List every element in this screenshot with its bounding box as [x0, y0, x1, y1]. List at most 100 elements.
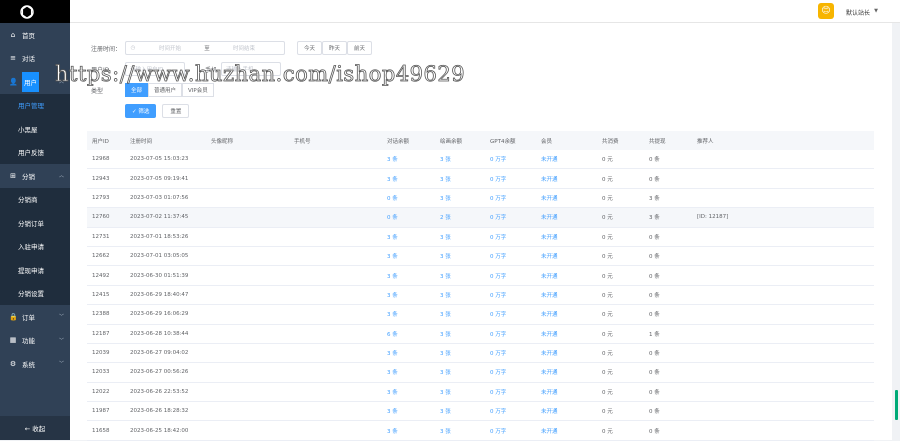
table-cell[interactable]: 3 条: [382, 233, 435, 241]
table-cell[interactable]: 0 万字: [485, 272, 536, 280]
sidebar-subitem-dist-1[interactable]: 分销订单: [0, 211, 70, 235]
sidebar-item-3[interactable]: ⊞ 分销 ︿: [0, 164, 70, 188]
column-header[interactable]: 头像昵称: [206, 137, 289, 145]
table-cell[interactable]: 未开通: [536, 291, 597, 299]
sidebar-subitem-dist-3[interactable]: 提现申请: [0, 258, 70, 282]
end-date-input[interactable]: 时间结束: [214, 44, 274, 52]
sidebar-subitem-dist-4[interactable]: 分销设置: [0, 281, 70, 305]
table-cell[interactable]: 未开通: [536, 233, 597, 241]
table-cell[interactable]: 3 条: [382, 349, 435, 357]
table-cell[interactable]: 未开通: [536, 388, 597, 396]
sidebar-item-4[interactable]: 🔒 订单 ﹀: [0, 305, 70, 329]
table-row[interactable]: 12760 2023-07-02 11:37:45 0 条2 张0 万字 未开通 0 元…: [87, 208, 874, 228]
table-cell[interactable]: 3 条: [382, 155, 435, 163]
table-cell[interactable]: 3 条: [382, 252, 435, 260]
sidebar-item-0[interactable]: ⌂ 首页: [0, 23, 70, 47]
table-row[interactable]: 12388 2023-06-29 16:06:29 3 条3 张0 万字 未开通 0 元…: [87, 305, 874, 325]
sidebar-subitem-user-1[interactable]: 小黑屋: [0, 117, 70, 141]
table-cell[interactable]: 3 张: [435, 155, 485, 163]
table-cell[interactable]: 0 万字: [485, 155, 536, 163]
column-header[interactable]: GPT4余额: [485, 137, 536, 145]
table-cell[interactable]: 0 万字: [485, 175, 536, 183]
avatar[interactable]: 😊: [818, 3, 834, 19]
username[interactable]: 默认站长: [846, 8, 870, 17]
scrollbar[interactable]: [895, 390, 898, 420]
table-cell[interactable]: 0 万字: [485, 252, 536, 260]
chevron-down-icon[interactable]: ▼: [874, 8, 878, 14]
column-header[interactable]: 推荐人: [692, 137, 752, 145]
today-button[interactable]: 今天: [297, 41, 323, 55]
table-cell[interactable]: 3 张: [435, 310, 485, 318]
sidebar-item-6[interactable]: ⚙ 系统 ﹀: [0, 352, 70, 376]
table-cell[interactable]: 3 张: [435, 427, 485, 435]
table-cell[interactable]: 未开通: [536, 272, 597, 280]
table-cell[interactable]: 0 万字: [485, 349, 536, 357]
table-cell[interactable]: 3 张: [435, 272, 485, 280]
table-cell[interactable]: 未开通: [536, 155, 597, 163]
table-cell[interactable]: 3 条: [382, 272, 435, 280]
date-range-picker[interactable]: ◷ 时间开始 至 时间结束: [125, 41, 285, 55]
table-row[interactable]: 12492 2023-06-30 01:51:39 3 条3 张0 万字 未开通 0 元…: [87, 266, 874, 286]
table-cell[interactable]: 3 条: [382, 427, 435, 435]
sidebar-subitem-dist-0[interactable]: 分销商: [0, 187, 70, 211]
table-cell[interactable]: 0 条: [382, 194, 435, 202]
table-cell[interactable]: 未开通: [536, 349, 597, 357]
table-row[interactable]: 12039 2023-06-27 09:04:02 3 条3 张0 万字 未开通 0 元…: [87, 344, 874, 364]
table-cell[interactable]: 3 张: [435, 349, 485, 357]
column-header[interactable]: 手机号: [289, 137, 382, 145]
table-cell[interactable]: 0 万字: [485, 233, 536, 241]
sidebar-subitem-dist-2[interactable]: 入驻申请: [0, 234, 70, 258]
table-row[interactable]: 12943 2023-07-05 09:19:41 3 条3 张0 万字 未开通 0 元…: [87, 169, 874, 189]
table-cell[interactable]: 3 条: [382, 310, 435, 318]
table-row[interactable]: 12033 2023-06-27 00:56:26 3 条3 张0 万字 未开通 0 元…: [87, 363, 874, 383]
table-row[interactable]: 12662 2023-07-01 03:05:05 3 条3 张0 万字 未开通 0 元…: [87, 247, 874, 267]
table-cell[interactable]: 未开通: [536, 368, 597, 376]
table-cell[interactable]: 2 张: [435, 213, 485, 221]
table-cell[interactable]: 0 万字: [485, 310, 536, 318]
table-cell[interactable]: 0 万字: [485, 213, 536, 221]
column-header[interactable]: 会员: [536, 137, 597, 145]
column-header[interactable]: 对话余额: [382, 137, 435, 145]
column-header[interactable]: 注册时间: [125, 137, 206, 145]
table-cell[interactable]: 3 条: [382, 291, 435, 299]
table-cell[interactable]: 3 条: [382, 407, 435, 415]
table-cell[interactable]: 0 条: [382, 213, 435, 221]
table-cell[interactable]: 3 张: [435, 388, 485, 396]
table-row[interactable]: 12022 2023-06-26 22:53:52 3 条3 张0 万字 未开通 0 元…: [87, 383, 874, 403]
table-cell[interactable]: 未开通: [536, 213, 597, 221]
search-button[interactable]: ✓ 筛选: [125, 104, 157, 118]
table-row[interactable]: 12793 2023-07-03 01:07:56 0 条3 张0 万字 未开通 0 元…: [87, 189, 874, 209]
table-cell[interactable]: 3 条: [382, 368, 435, 376]
yesterday-button[interactable]: 昨天: [322, 41, 348, 55]
table-cell[interactable]: 未开通: [536, 175, 597, 183]
sidebar-subitem-user-2[interactable]: 用户反馈: [0, 140, 70, 164]
table-row[interactable]: 11987 2023-06-26 18:28:32 3 条3 张0 万字 未开通 0 元…: [87, 402, 874, 422]
table-cell[interactable]: 0 万字: [485, 330, 536, 338]
table-cell[interactable]: 3 条: [382, 388, 435, 396]
table-cell[interactable]: 3 张: [435, 252, 485, 260]
table-cell[interactable]: 未开通: [536, 252, 597, 260]
column-header[interactable]: 用户ID: [87, 137, 125, 145]
table-cell[interactable]: 未开通: [536, 407, 597, 415]
table-cell[interactable]: 3 张: [435, 194, 485, 202]
table-cell[interactable]: 3 张: [435, 291, 485, 299]
table-row[interactable]: 12968 2023-07-05 15:03:23 3 条3 张0 万字 未开通 0 元…: [87, 150, 874, 170]
table-cell[interactable]: 未开通: [536, 427, 597, 435]
table-cell[interactable]: 未开通: [536, 194, 597, 202]
table-cell[interactable]: 0 万字: [485, 427, 536, 435]
table-cell[interactable]: 3 张: [435, 233, 485, 241]
table-cell[interactable]: 3 张: [435, 368, 485, 376]
table-row[interactable]: 11658 2023-06-25 18:42:00 3 条3 张0 万字 未开通 0 元…: [87, 421, 874, 441]
table-cell[interactable]: 0 万字: [485, 368, 536, 376]
reset-button[interactable]: 重置: [162, 104, 190, 118]
table-row[interactable]: 12415 2023-06-29 18:40:47 3 条3 张0 万字 未开通 0 元…: [87, 286, 874, 306]
table-cell[interactable]: 3 张: [435, 407, 485, 415]
table-cell[interactable]: 未开通: [536, 330, 597, 338]
collapse-button[interactable]: ← 收起: [0, 416, 70, 440]
column-header[interactable]: 共消费: [597, 137, 644, 145]
table-cell[interactable]: 0 万字: [485, 194, 536, 202]
table-cell[interactable]: 3 条: [382, 175, 435, 183]
table-cell[interactable]: 未开通: [536, 310, 597, 318]
day-before-button[interactable]: 前天: [347, 41, 373, 55]
start-date-input[interactable]: 时间开始: [140, 44, 200, 52]
